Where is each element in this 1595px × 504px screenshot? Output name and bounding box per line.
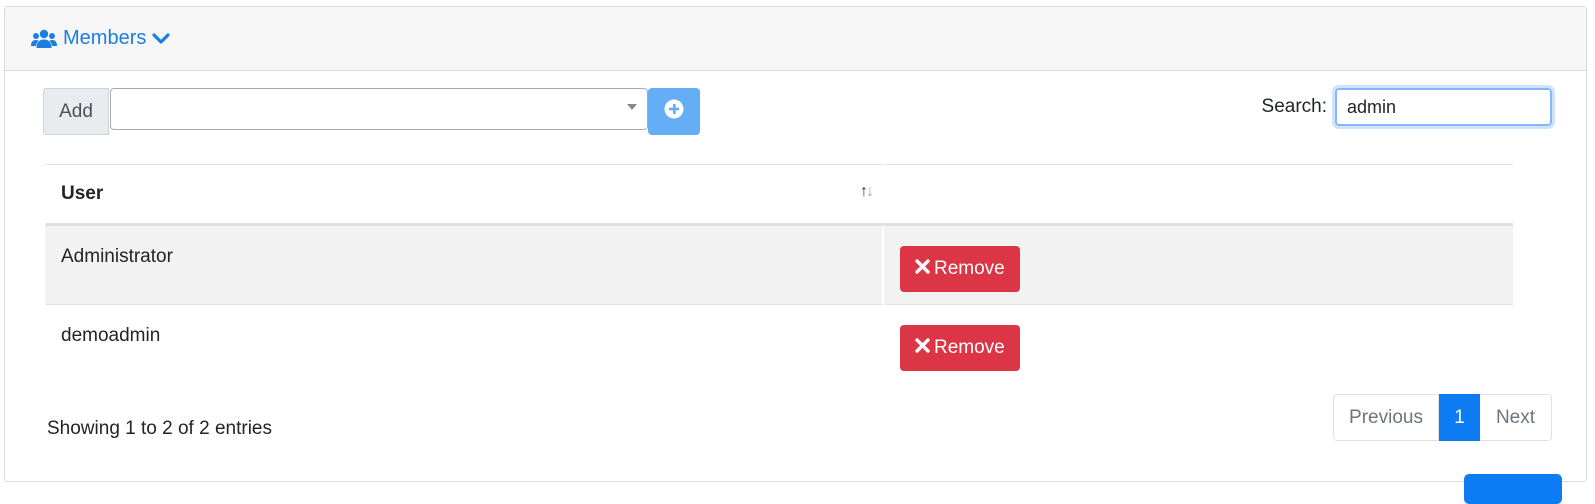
column-header-label: User: [61, 183, 104, 204]
plus-circle-icon: [664, 99, 684, 124]
search-group: Search:: [1261, 85, 1555, 129]
partial-primary-button[interactable]: [1464, 474, 1562, 504]
users-icon: [31, 29, 57, 49]
action-cell: Remove: [883, 304, 1513, 385]
add-member-group: Add: [43, 88, 700, 135]
add-label: Add: [43, 88, 109, 135]
remove-button-label: Remove: [934, 258, 1005, 279]
user-cell: Administrator: [45, 224, 884, 305]
pagination-previous[interactable]: Previous: [1333, 394, 1439, 441]
column-header-user[interactable]: User ↑↓: [45, 164, 884, 226]
pagination: Previous 1 Next: [1333, 394, 1552, 441]
add-member-button[interactable]: [648, 88, 700, 135]
close-icon: [915, 258, 930, 280]
table-header-row: User ↑↓: [45, 164, 1513, 226]
search-input[interactable]: [1332, 85, 1555, 129]
add-member-select[interactable]: [110, 88, 648, 130]
members-title: Members: [63, 27, 147, 49]
remove-button[interactable]: Remove: [900, 325, 1020, 371]
card-header: Members: [5, 7, 1586, 71]
remove-button[interactable]: Remove: [900, 246, 1020, 292]
action-cell: Remove: [883, 224, 1513, 305]
table-row: demoadmin Remove: [45, 304, 1513, 385]
user-cell: demoadmin: [45, 304, 884, 385]
column-header-actions: [883, 164, 1513, 226]
search-label: Search:: [1261, 96, 1327, 117]
table-row: Administrator Remove: [45, 224, 1513, 305]
sort-icon: ↑↓: [860, 183, 874, 200]
remove-button-label: Remove: [934, 337, 1005, 358]
pagination-page-1[interactable]: 1: [1439, 394, 1480, 441]
caret-down-icon: [627, 104, 637, 110]
pagination-next[interactable]: Next: [1480, 394, 1552, 441]
close-icon: [915, 337, 930, 359]
members-toggle[interactable]: Members: [31, 27, 170, 50]
members-table: User ↑↓ Administrator Remove demoadmin R…: [45, 164, 1513, 385]
table-info: Showing 1 to 2 of 2 entries: [47, 418, 272, 439]
chevron-down-icon: [152, 32, 170, 46]
